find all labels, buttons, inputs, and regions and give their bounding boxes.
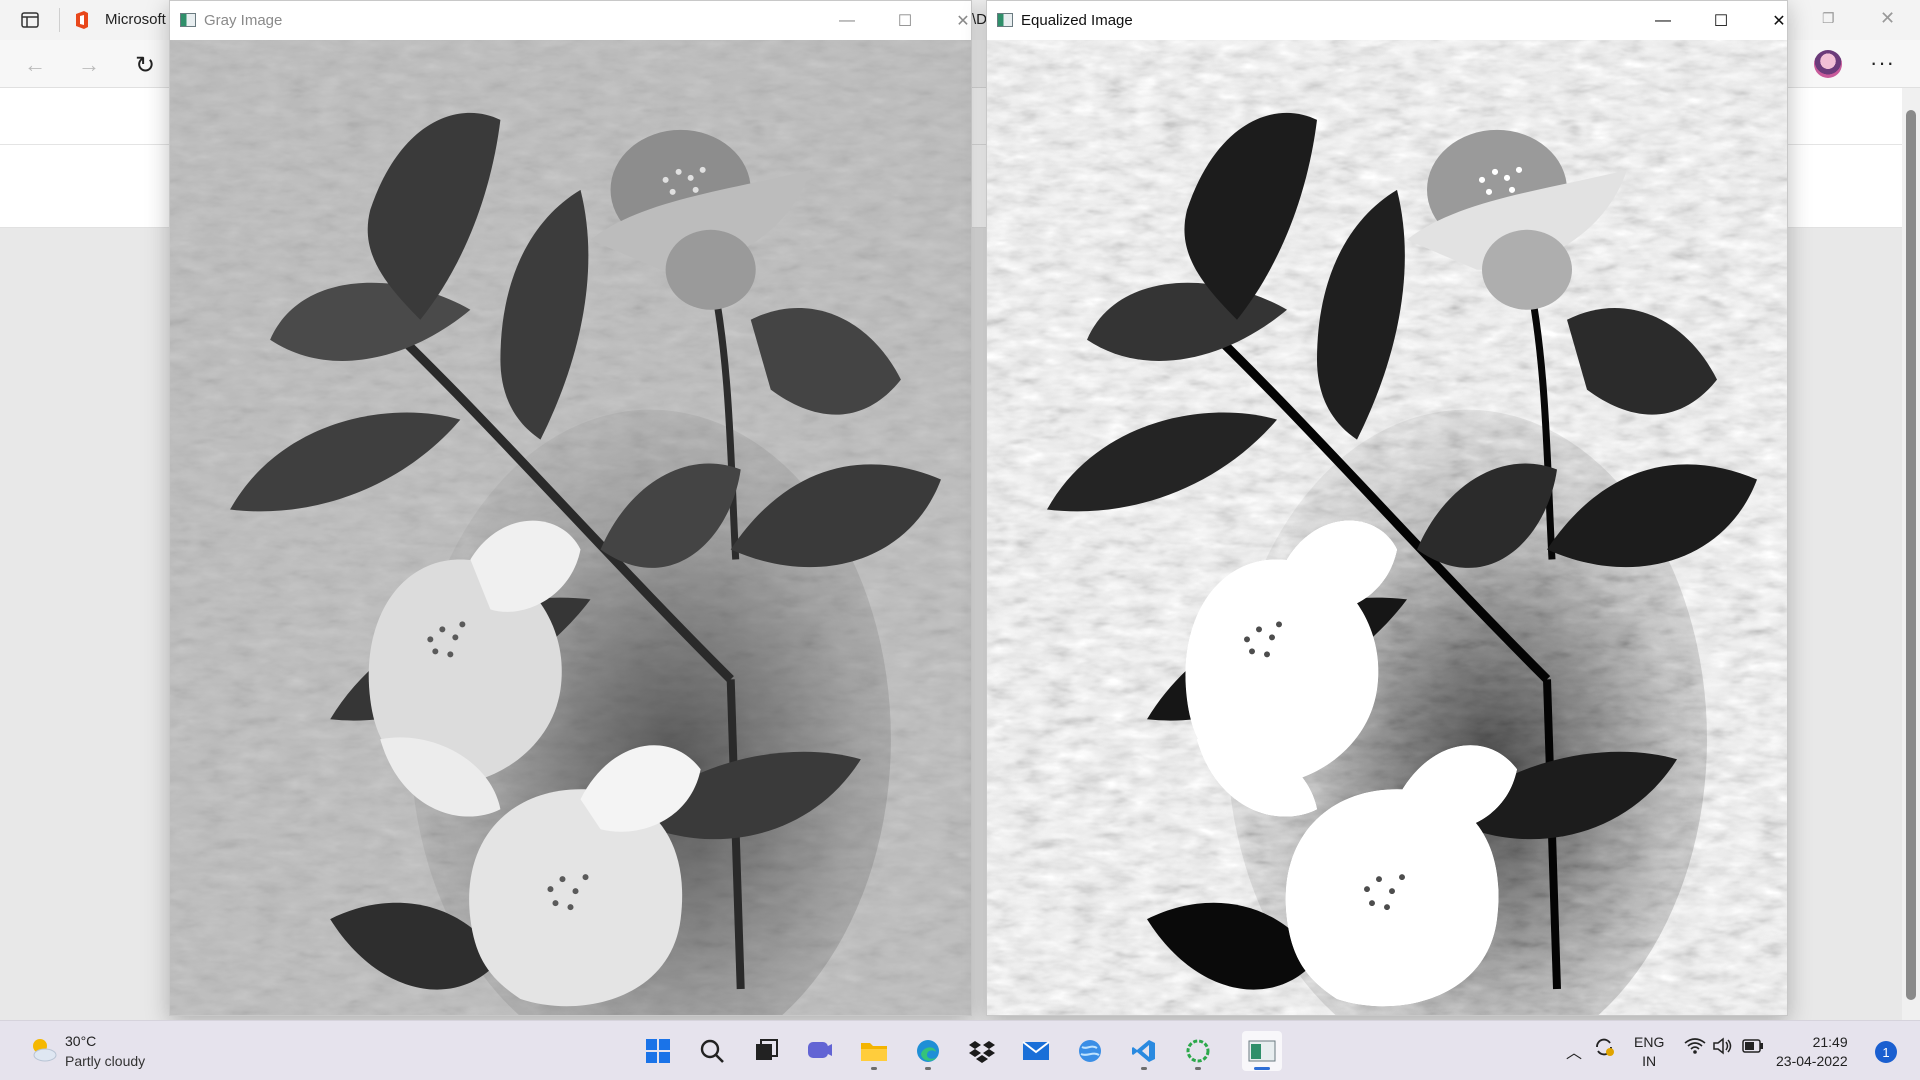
active-indicator xyxy=(1254,1067,1270,1070)
opencv-window-icon[interactable] xyxy=(1242,1031,1282,1071)
gray-flower-photo xyxy=(170,40,971,1015)
wifi-icon[interactable] xyxy=(1684,1037,1706,1059)
refresh-icon[interactable]: ↻ xyxy=(132,52,158,79)
minimize-button[interactable]: — xyxy=(1640,7,1686,35)
notification-badge[interactable]: 1 xyxy=(1875,1041,1897,1063)
equalized-flower-photo xyxy=(987,40,1787,1015)
window-title: Gray Image xyxy=(204,12,283,29)
app-window-icon xyxy=(997,13,1013,27)
running-indicator xyxy=(1141,1067,1147,1070)
scrollbar-thumb[interactable] xyxy=(1906,110,1916,1000)
dropbox-icon[interactable] xyxy=(962,1031,1002,1071)
search-icon[interactable] xyxy=(692,1031,732,1071)
battery-icon[interactable] xyxy=(1742,1039,1764,1057)
sidebar-icon[interactable] xyxy=(20,10,40,30)
maximize-button[interactable]: ☐ xyxy=(1698,7,1744,35)
circle-app-icon[interactable] xyxy=(1178,1031,1218,1071)
running-indicator xyxy=(871,1067,877,1070)
equalized-image-canvas xyxy=(987,40,1787,1015)
clock-time: 21:49 xyxy=(1812,1034,1848,1050)
office-icon xyxy=(72,10,92,30)
back-arrow-icon[interactable]: ← xyxy=(22,52,48,78)
tab-separator xyxy=(59,8,60,32)
start-icon[interactable] xyxy=(638,1031,678,1071)
sync-icon[interactable] xyxy=(1592,1035,1616,1063)
region-code: IN xyxy=(1642,1053,1657,1069)
forward-arrow-icon[interactable]: → xyxy=(76,52,102,78)
volume-icon[interactable] xyxy=(1712,1037,1734,1059)
input-language[interactable]: ENG IN xyxy=(1634,1033,1664,1071)
file-explorer-icon[interactable] xyxy=(854,1031,894,1071)
app-window-icon xyxy=(180,13,196,27)
mail-icon[interactable] xyxy=(1016,1031,1056,1071)
close-button[interactable]: ✕ xyxy=(1756,7,1802,35)
weather-temperature[interactable]: 30°C xyxy=(65,1033,96,1049)
clock-date: 23-04-2022 xyxy=(1776,1053,1848,1069)
taskbar: 30°C Partly cloudy ︿ ENG IN 21:49 23-04-… xyxy=(0,1020,1920,1080)
minimize-button[interactable]: — xyxy=(824,7,870,35)
gray-image-canvas xyxy=(170,40,971,1015)
equalized-image-titlebar[interactable]: Equalized Image — ☐ ✕ xyxy=(987,1,1787,40)
chevron-up-icon[interactable]: ︿ xyxy=(1566,1039,1582,1063)
browser-tab-title[interactable]: Microsoft xyxy=(105,11,170,28)
window-title: Equalized Image xyxy=(1021,12,1133,29)
equalized-image-window[interactable]: Equalized Image — ☐ ✕ xyxy=(986,0,1788,1016)
weather-description[interactable]: Partly cloudy xyxy=(65,1053,145,1069)
browser-close-icon[interactable]: ✕ xyxy=(1880,8,1895,29)
browser-restore-icon[interactable]: ❐ xyxy=(1822,10,1835,27)
maximize-button[interactable]: ☐ xyxy=(882,7,928,35)
close-button[interactable]: ✕ xyxy=(940,7,986,35)
task-view-icon[interactable] xyxy=(746,1031,786,1071)
system-clock[interactable]: 21:49 23-04-2022 xyxy=(1776,1033,1848,1071)
vs-code-icon[interactable] xyxy=(1124,1031,1164,1071)
teams-chat-icon[interactable] xyxy=(800,1031,840,1071)
edge-icon[interactable] xyxy=(908,1031,948,1071)
globe-app-icon[interactable] xyxy=(1070,1031,1110,1071)
running-indicator xyxy=(1195,1067,1201,1070)
partly-cloudy-icon xyxy=(33,1039,57,1062)
gray-image-window[interactable]: Gray Image — ☐ ✕ xyxy=(169,0,972,1016)
profile-avatar[interactable] xyxy=(1814,50,1842,78)
gray-image-titlebar[interactable]: Gray Image — ☐ ✕ xyxy=(170,1,971,40)
running-indicator xyxy=(925,1067,931,1070)
language-code: ENG xyxy=(1634,1034,1665,1050)
more-menu-icon[interactable]: ··· xyxy=(1870,50,1895,76)
